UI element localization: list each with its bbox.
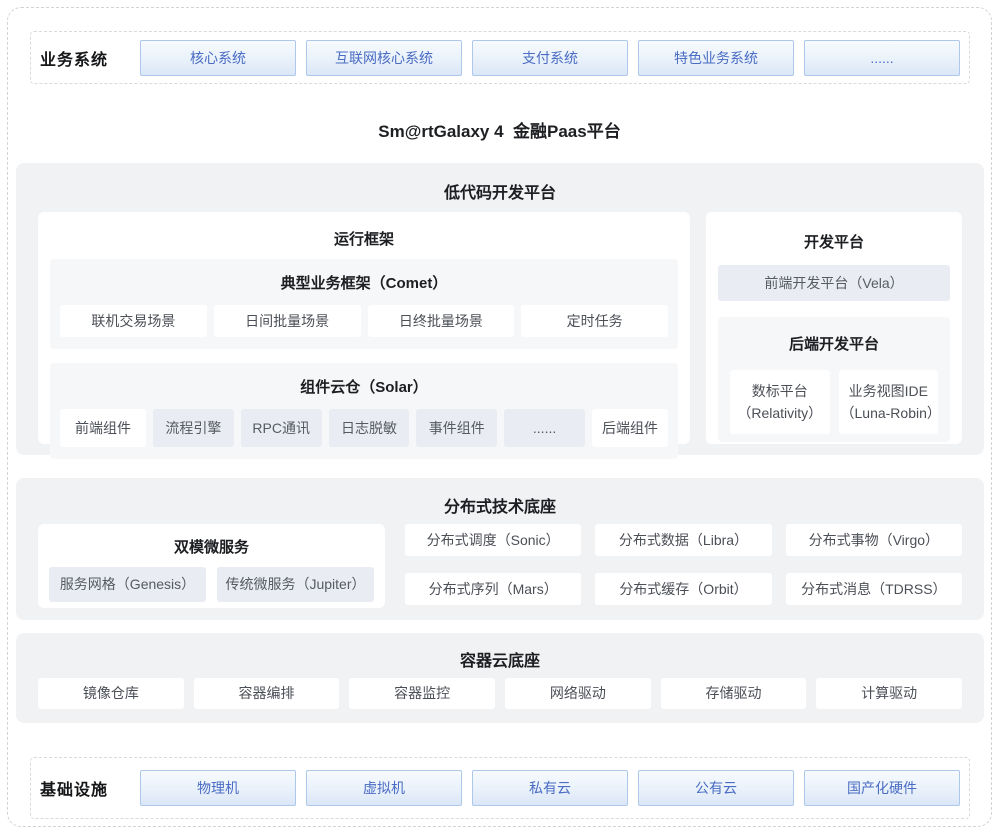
solar-item-log-masking: 日志脱敏 bbox=[329, 409, 410, 447]
container-item-compute-driver: 计算驱动 bbox=[816, 678, 962, 709]
dual-mode-item-jupiter: 传统微服务（Jupiter） bbox=[217, 567, 374, 602]
solar-component-panel: 组件云仓（Solar） 前端组件 流程引擎 RPC通讯 日志脱敏 事件组件 ..… bbox=[50, 363, 678, 459]
solar-item-more: ...... bbox=[504, 409, 585, 447]
container-item-monitoring: 容器监控 bbox=[349, 678, 495, 709]
comet-item-eod-batch: 日终批量场景 bbox=[368, 305, 515, 337]
distributed-services-grid: 分布式调度（Sonic） 分布式数据（Libra） 分布式事物（Virgo） 分… bbox=[405, 524, 962, 608]
business-system-more: ...... bbox=[804, 40, 960, 76]
distributed-service-mars: 分布式序列（Mars） bbox=[405, 573, 581, 605]
runtime-framework-title: 运行框架 bbox=[50, 228, 678, 249]
dev-platform-title: 开发平台 bbox=[718, 231, 950, 252]
distributed-service-orbit: 分布式缓存（Orbit） bbox=[595, 573, 771, 605]
container-cloud-items-row: 镜像仓库 容器编排 容器监控 网络驱动 存储驱动 计算驱动 bbox=[38, 678, 962, 709]
business-system-core: 核心系统 bbox=[140, 40, 296, 76]
business-system-payment: 支付系统 bbox=[472, 40, 628, 76]
solar-component-title: 组件云仓（Solar） bbox=[60, 376, 668, 397]
backend-item-luna-robin: 业务视图IDE （Luna-Robin） bbox=[839, 370, 939, 434]
comet-item-online-trade: 联机交易场景 bbox=[60, 305, 207, 337]
backend-item-luna-robin-name: 业务视图IDE bbox=[841, 380, 937, 402]
backend-dev-platform-title: 后端开发平台 bbox=[730, 333, 938, 354]
solar-item-frontend-components: 前端组件 bbox=[60, 409, 146, 447]
business-systems-boxes: 核心系统 互联网核心系统 支付系统 特色业务系统 ...... bbox=[140, 40, 960, 76]
low-code-platform-section: 低代码开发平台 运行框架 典型业务框架（Comet） 联机交易场景 日间批量场景… bbox=[16, 163, 984, 455]
distributed-service-tdrss: 分布式消息（TDRSS） bbox=[786, 573, 962, 605]
platform-title: Sm@rtGalaxy 4 金融Paas平台 bbox=[0, 117, 999, 142]
infrastructure-strip: 基础设施 物理机 虚拟机 私有云 公有云 国产化硬件 bbox=[30, 757, 970, 819]
distributed-service-virgo: 分布式事物（Virgo） bbox=[786, 524, 962, 556]
low-code-platform-title: 低代码开发平台 bbox=[16, 163, 984, 203]
business-system-internet-core: 互联网核心系统 bbox=[306, 40, 462, 76]
business-systems-label: 业务系统 bbox=[40, 46, 140, 70]
frontend-dev-platform-vela: 前端开发平台（Vela） bbox=[718, 265, 950, 301]
comet-items-row: 联机交易场景 日间批量场景 日终批量场景 定时任务 bbox=[60, 305, 668, 337]
distributed-content: 双模微服务 服务网格（Genesis） 传统微服务（Jupiter） 分布式调度… bbox=[38, 524, 962, 608]
distributed-service-libra: 分布式数据（Libra） bbox=[595, 524, 771, 556]
comet-framework-panel: 典型业务框架（Comet） 联机交易场景 日间批量场景 日终批量场景 定时任务 bbox=[50, 259, 678, 349]
business-systems-strip: 业务系统 核心系统 互联网核心系统 支付系统 特色业务系统 ...... bbox=[30, 31, 970, 84]
solar-item-event-components: 事件组件 bbox=[416, 409, 497, 447]
business-system-special: 特色业务系统 bbox=[638, 40, 794, 76]
backend-dev-platform-panel: 后端开发平台 数标平台 （Relativity） 业务视图IDE （Luna-R… bbox=[718, 317, 950, 442]
container-item-network-driver: 网络驱动 bbox=[505, 678, 651, 709]
dual-mode-items-row: 服务网格（Genesis） 传统微服务（Jupiter） bbox=[49, 567, 374, 602]
container-cloud-section: 容器云底座 镜像仓库 容器编排 容器监控 网络驱动 存储驱动 计算驱动 bbox=[16, 633, 984, 723]
runtime-framework-panel: 运行框架 典型业务框架（Comet） 联机交易场景 日间批量场景 日终批量场景 … bbox=[38, 212, 690, 444]
infra-item-domestic-hardware: 国产化硬件 bbox=[804, 770, 960, 806]
backend-item-relativity-name: 数标平台 bbox=[732, 380, 828, 402]
container-item-image-repo: 镜像仓库 bbox=[38, 678, 184, 709]
backend-items-row: 数标平台 （Relativity） 业务视图IDE （Luna-Robin） bbox=[730, 370, 938, 434]
solar-item-backend-components: 后端组件 bbox=[592, 409, 668, 447]
backend-item-luna-robin-code: （Luna-Robin） bbox=[841, 402, 937, 424]
low-code-content: 运行框架 典型业务框架（Comet） 联机交易场景 日间批量场景 日终批量场景 … bbox=[38, 212, 962, 444]
comet-item-day-batch: 日间批量场景 bbox=[214, 305, 361, 337]
comet-item-timer-task: 定时任务 bbox=[521, 305, 668, 337]
distributed-base-title: 分布式技术底座 bbox=[16, 478, 984, 517]
solar-items-row: 前端组件 流程引擎 RPC通讯 日志脱敏 事件组件 ...... 后端组件 bbox=[60, 409, 668, 447]
container-cloud-title: 容器云底座 bbox=[16, 633, 984, 671]
solar-item-process-engine: 流程引擎 bbox=[153, 409, 234, 447]
dual-mode-item-genesis: 服务网格（Genesis） bbox=[49, 567, 206, 602]
backend-item-relativity: 数标平台 （Relativity） bbox=[730, 370, 830, 434]
distributed-base-section: 分布式技术底座 双模微服务 服务网格（Genesis） 传统微服务（Jupite… bbox=[16, 478, 984, 620]
dual-mode-title: 双模微服务 bbox=[49, 536, 374, 557]
infrastructure-label: 基础设施 bbox=[40, 776, 140, 800]
dual-mode-microservice-panel: 双模微服务 服务网格（Genesis） 传统微服务（Jupiter） bbox=[38, 524, 385, 608]
dev-platform-panel: 开发平台 前端开发平台（Vela） 后端开发平台 数标平台 （Relativit… bbox=[706, 212, 962, 444]
infra-item-public-cloud: 公有云 bbox=[638, 770, 794, 806]
comet-framework-title: 典型业务框架（Comet） bbox=[60, 272, 668, 293]
container-item-orchestration: 容器编排 bbox=[194, 678, 340, 709]
architecture-diagram: 业务系统 核心系统 互联网核心系统 支付系统 特色业务系统 ...... Sm@… bbox=[0, 0, 999, 836]
infra-item-virtual-machine: 虚拟机 bbox=[306, 770, 462, 806]
infrastructure-boxes: 物理机 虚拟机 私有云 公有云 国产化硬件 bbox=[140, 770, 960, 806]
container-item-storage-driver: 存储驱动 bbox=[661, 678, 807, 709]
infra-item-physical-machine: 物理机 bbox=[140, 770, 296, 806]
distributed-service-sonic: 分布式调度（Sonic） bbox=[405, 524, 581, 556]
infra-item-private-cloud: 私有云 bbox=[472, 770, 628, 806]
backend-item-relativity-code: （Relativity） bbox=[732, 402, 828, 424]
solar-item-rpc: RPC通讯 bbox=[241, 409, 322, 447]
